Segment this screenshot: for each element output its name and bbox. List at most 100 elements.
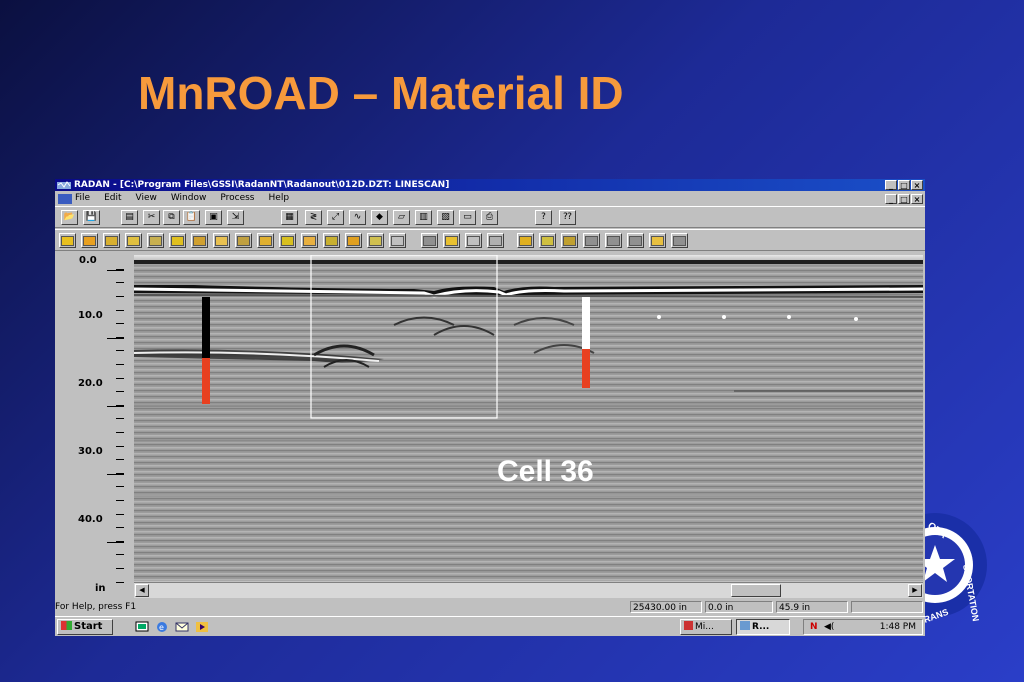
filter-20-icon[interactable] bbox=[487, 233, 504, 248]
filter-16-icon[interactable] bbox=[389, 233, 406, 248]
depth-label-0: 0.0 bbox=[79, 255, 97, 266]
chart-icon[interactable]: ▦ bbox=[281, 210, 298, 225]
menu-process[interactable]: Process bbox=[220, 192, 254, 205]
new-doc-icon[interactable]: ▤ bbox=[121, 210, 138, 225]
depth-label-10: 10.0 bbox=[78, 310, 103, 321]
filter-2-glyph bbox=[83, 235, 96, 246]
outlook-icon[interactable] bbox=[175, 621, 189, 633]
task-powerpoint[interactable]: Mi... bbox=[680, 619, 732, 635]
status-depth: 45.9 in bbox=[776, 601, 848, 613]
grid-icon[interactable]: ▧ bbox=[437, 210, 454, 225]
axis-tick bbox=[116, 432, 124, 433]
filter-25-icon[interactable] bbox=[605, 233, 622, 248]
radan-window: RADAN - [C:\Program Files\GSSI\RadanNT\R… bbox=[55, 179, 925, 636]
filter-16-glyph bbox=[391, 235, 404, 246]
context-help-icon[interactable]: ⁇ bbox=[559, 210, 576, 225]
taskbar: Start e Mi... R... N ◀( 1:48 PM bbox=[55, 616, 925, 636]
printer-icon[interactable]: ⎙ bbox=[481, 210, 498, 225]
filter-22-icon[interactable] bbox=[539, 233, 556, 248]
palette-icon[interactable]: ◆ bbox=[371, 210, 388, 225]
axis-tick bbox=[116, 418, 124, 420]
filter-5-icon[interactable] bbox=[147, 233, 164, 248]
filter-13-icon[interactable] bbox=[323, 233, 340, 248]
split-icon[interactable]: ▥ bbox=[415, 210, 432, 225]
close-button[interactable]: × bbox=[911, 180, 923, 190]
filter-8-icon[interactable] bbox=[213, 233, 230, 248]
axis-tick bbox=[116, 282, 124, 284]
gain-icon[interactable]: ▱ bbox=[393, 210, 410, 225]
filter-7-icon[interactable] bbox=[191, 233, 208, 248]
scroll-right-arrow-icon[interactable]: ▶ bbox=[908, 584, 922, 597]
doc-close-button[interactable]: × bbox=[911, 194, 923, 204]
network-icon[interactable]: N bbox=[810, 620, 818, 634]
print-preview-icon[interactable]: ▣ bbox=[205, 210, 222, 225]
filter-1-icon[interactable] bbox=[59, 233, 76, 248]
axis-tick bbox=[116, 364, 124, 365]
axis-tick bbox=[116, 350, 124, 352]
task-radan[interactable]: R... bbox=[736, 619, 790, 635]
axis-tick bbox=[116, 391, 124, 393]
scroll-thumb[interactable] bbox=[731, 584, 781, 597]
filter-27-icon[interactable] bbox=[649, 233, 666, 248]
media-icon[interactable] bbox=[195, 621, 209, 633]
select-icon[interactable]: ⇲ bbox=[227, 210, 244, 225]
radan-task-icon bbox=[740, 621, 750, 630]
help-icon[interactable]: ? bbox=[535, 210, 552, 225]
window-titlebar[interactable]: RADAN - [C:\Program Files\GSSI\RadanNT\R… bbox=[55, 179, 925, 191]
doc-minimize-button[interactable]: _ bbox=[885, 194, 897, 204]
filter-11-icon[interactable] bbox=[279, 233, 296, 248]
filter-6-icon[interactable] bbox=[169, 233, 186, 248]
paste-icon[interactable]: 📋 bbox=[183, 210, 200, 225]
wave-icon[interactable]: ∿ bbox=[349, 210, 366, 225]
zoom-icon[interactable]: ⤢ bbox=[327, 210, 344, 225]
filter-17-icon[interactable] bbox=[421, 233, 438, 248]
copy-icon[interactable]: ⧉ bbox=[163, 210, 180, 225]
volume-icon[interactable]: ◀( bbox=[824, 620, 834, 634]
filter-1-glyph bbox=[61, 235, 74, 246]
filter-24-icon[interactable] bbox=[583, 233, 600, 248]
filter-5-glyph bbox=[149, 235, 162, 246]
start-button[interactable]: Start bbox=[57, 619, 113, 635]
status-empty-pane bbox=[851, 601, 923, 613]
filter-21-icon[interactable] bbox=[517, 233, 534, 248]
filter-15-icon[interactable] bbox=[367, 233, 384, 248]
radan-app-icon bbox=[57, 180, 71, 190]
menu-view[interactable]: View bbox=[136, 192, 157, 205]
menu-file[interactable]: File bbox=[75, 192, 90, 205]
filter-12-icon[interactable] bbox=[301, 233, 318, 248]
filter-20-glyph bbox=[489, 235, 502, 246]
filter-9-icon[interactable] bbox=[235, 233, 252, 248]
scroll-left-arrow-icon[interactable]: ◀ bbox=[135, 584, 149, 597]
menu-edit[interactable]: Edit bbox=[104, 192, 121, 205]
filter-2-icon[interactable] bbox=[81, 233, 98, 248]
filter-15-glyph bbox=[369, 235, 382, 246]
save-icon[interactable]: 💾 bbox=[83, 210, 100, 225]
depth-unit-label: in bbox=[95, 583, 106, 594]
filter-28-icon[interactable] bbox=[671, 233, 688, 248]
document-icon[interactable] bbox=[58, 193, 72, 204]
filter-10-icon[interactable] bbox=[257, 233, 274, 248]
menu-window[interactable]: Window bbox=[171, 192, 207, 205]
desktop-icon[interactable] bbox=[135, 621, 149, 633]
horizontal-scrollbar[interactable]: ◀ ▶ bbox=[134, 582, 923, 598]
filter-23-icon[interactable] bbox=[561, 233, 578, 248]
axis-tick bbox=[116, 554, 124, 556]
axis-tick bbox=[116, 377, 124, 379]
filter-4-icon[interactable] bbox=[125, 233, 142, 248]
filter-26-icon[interactable] bbox=[627, 233, 644, 248]
filter-18-icon[interactable] bbox=[443, 233, 460, 248]
filter-3-icon[interactable] bbox=[103, 233, 120, 248]
filter-13-glyph bbox=[325, 235, 338, 246]
radar-linescan[interactable] bbox=[134, 255, 923, 581]
doc-restore-button[interactable]: □ bbox=[898, 194, 910, 204]
minimize-button[interactable]: _ bbox=[885, 180, 897, 190]
open-folder-icon[interactable]: 📂 bbox=[61, 210, 78, 225]
monitor-icon[interactable]: ▭ bbox=[459, 210, 476, 225]
filter-14-icon[interactable] bbox=[345, 233, 362, 248]
menu-help[interactable]: Help bbox=[269, 192, 290, 205]
filter-19-icon[interactable] bbox=[465, 233, 482, 248]
maximize-button[interactable]: □ bbox=[898, 180, 910, 190]
wiggle-icon[interactable]: ≷ bbox=[305, 210, 322, 225]
cut-icon[interactable]: ✂ bbox=[143, 210, 160, 225]
internet-explorer-icon[interactable]: e bbox=[155, 621, 169, 633]
